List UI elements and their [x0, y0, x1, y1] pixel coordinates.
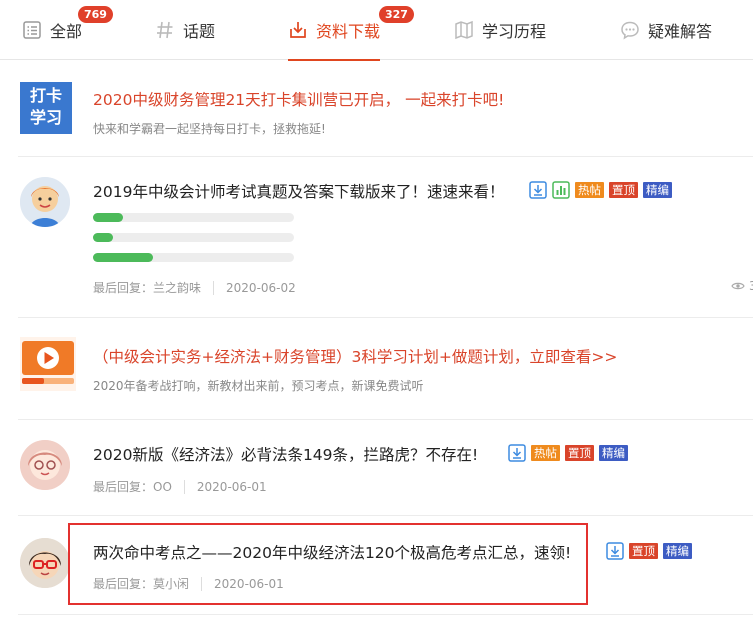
post-meta: 最后回复： 兰之韵味 2020-06-02 — [93, 279, 296, 296]
selection-highlight-box — [68, 523, 588, 605]
cartoon-avatar-icon — [20, 440, 70, 490]
eye-icon — [731, 282, 745, 290]
poll-bar — [93, 233, 294, 242]
tab-label: 全部 — [50, 22, 83, 41]
pinned-tag: 置顶 — [609, 182, 638, 198]
last-reply-date: 2020-06-02 — [226, 280, 296, 295]
featured-tag: 精编 — [599, 445, 628, 461]
tab-learning-journey[interactable]: 学习历程 — [454, 0, 546, 60]
avatar — [20, 538, 70, 588]
tab-topics[interactable]: 话题 — [155, 0, 215, 60]
last-reply-label: 最后回复： — [93, 480, 154, 494]
divider — [183, 479, 185, 494]
last-reply-author[interactable]: OO — [153, 480, 172, 494]
video-play-icon — [20, 337, 76, 391]
download-icon[interactable] — [508, 444, 526, 462]
list-item[interactable]: 打卡 学习 2020中级财务管理21天打卡集训营已开启， 一起来打卡吧! 快来和… — [18, 72, 753, 157]
cartoon-avatar-icon — [20, 177, 70, 227]
tab-label: 疑难解答 — [648, 22, 713, 41]
book-icon — [455, 20, 473, 40]
featured-tag: 精编 — [663, 543, 692, 559]
download-icon[interactable] — [529, 181, 547, 199]
list-icon — [23, 21, 41, 39]
last-reply-author[interactable]: 兰之韵味 — [153, 279, 201, 296]
pinned-tag: 置顶 — [629, 543, 658, 559]
avatar — [20, 440, 70, 490]
list-item[interactable]: 2020新版《经济法》必背法条149条，拦路虎？不存在! 热帖 置顶 精编 最后… — [18, 421, 753, 516]
poll-bar-fill — [93, 233, 114, 242]
tab-downloads[interactable]: 资料下载 — [288, 0, 381, 61]
post-title[interactable]: 2019年中级会计师考试真题及答案下载版来了！速速来看！ — [93, 180, 504, 202]
download-icon — [290, 22, 306, 38]
post-title[interactable]: 2020新版《经济法》必背法条149条，拦路虎？不存在! — [93, 443, 478, 465]
tab-bar: 全部 769 话题 资料下载 327 学习历程 疑难解答 — [0, 0, 753, 61]
download-icon[interactable] — [606, 542, 624, 560]
view-count: 3 — [731, 279, 753, 293]
hot-tag: 热帖 — [531, 445, 560, 461]
pinned-tag: 置顶 — [565, 445, 594, 461]
cartoon-avatar-icon — [20, 538, 70, 588]
featured-tag: 精编 — [643, 182, 672, 198]
chat-icon — [621, 21, 639, 40]
post-subtitle: 2020年备考战打响，新教材出来前，预习考点，新课免费试听 — [93, 379, 424, 393]
post-subtitle: 快来和学霸君一起坚持每日打卡，拯救拖延! — [93, 122, 326, 136]
divider — [213, 280, 215, 295]
tab-label: 学习历程 — [482, 22, 547, 41]
count-badge: 327 — [379, 6, 414, 23]
view-count-value: 3 — [749, 279, 753, 293]
post-tags: 热帖 置顶 精编 — [508, 444, 628, 462]
list-item[interactable]: （中级会计实务+经济法+财务管理）3科学习计划+做题计划，立即查看>> 2020… — [18, 319, 753, 420]
checkin-thumbnail: 打卡 学习 — [20, 82, 72, 134]
thumbnail-text: 打卡 — [29, 86, 62, 105]
thumbnail-text: 学习 — [29, 108, 62, 127]
post-tags: 热帖 置顶 精编 — [529, 181, 672, 199]
post-title[interactable]: （中级会计实务+经济法+财务管理）3科学习计划+做题计划，立即查看>> — [93, 345, 617, 367]
video-thumbnail — [20, 337, 76, 391]
poll-chart-icon — [552, 181, 570, 199]
poll-bar-fill — [93, 253, 154, 262]
poll-bar — [93, 253, 294, 262]
tab-qa[interactable]: 疑难解答 — [620, 0, 712, 60]
poll-bar — [93, 213, 294, 222]
hot-tag: 热帖 — [575, 182, 604, 198]
last-reply-date: 2020-06-01 — [196, 479, 267, 494]
post-meta: 最后回复： OO 2020-06-01 — [93, 478, 267, 495]
post-tags: 置顶 精编 — [606, 542, 692, 560]
count-badge: 769 — [78, 6, 113, 23]
avatar — [20, 177, 70, 227]
tab-all[interactable]: 全部 — [22, 0, 82, 60]
tab-label: 话题 — [183, 22, 216, 41]
tab-label: 资料下载 — [316, 22, 381, 41]
list-item[interactable]: 2019年中级会计师考试真题及答案下载版来了！速速来看！ 热帖 置顶 精编 最后… — [18, 158, 753, 318]
post-title[interactable]: 2020中级财务管理21天打卡集训营已开启， 一起来打卡吧! — [93, 88, 504, 110]
last-reply-label: 最后回复： — [93, 281, 154, 295]
poll-bar-fill — [93, 213, 124, 222]
hashtag-icon — [157, 21, 173, 39]
